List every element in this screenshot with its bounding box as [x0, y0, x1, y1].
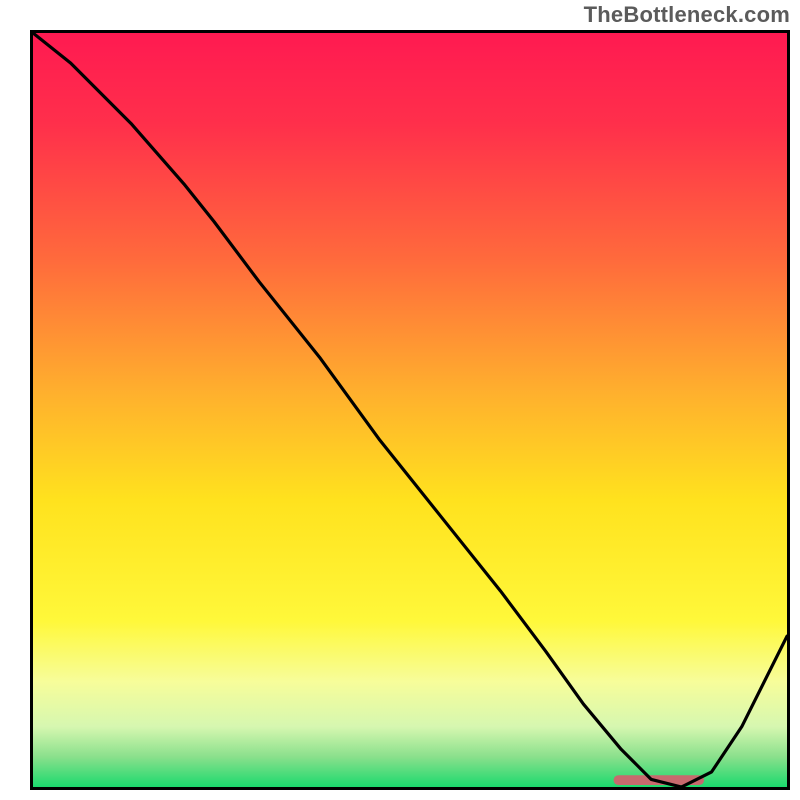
plot-svg: [33, 33, 787, 787]
gradient-background: [33, 33, 787, 787]
plot-area: [30, 30, 790, 790]
chart-frame: TheBottleneck.com: [0, 0, 800, 800]
watermark-text: TheBottleneck.com: [584, 2, 790, 28]
